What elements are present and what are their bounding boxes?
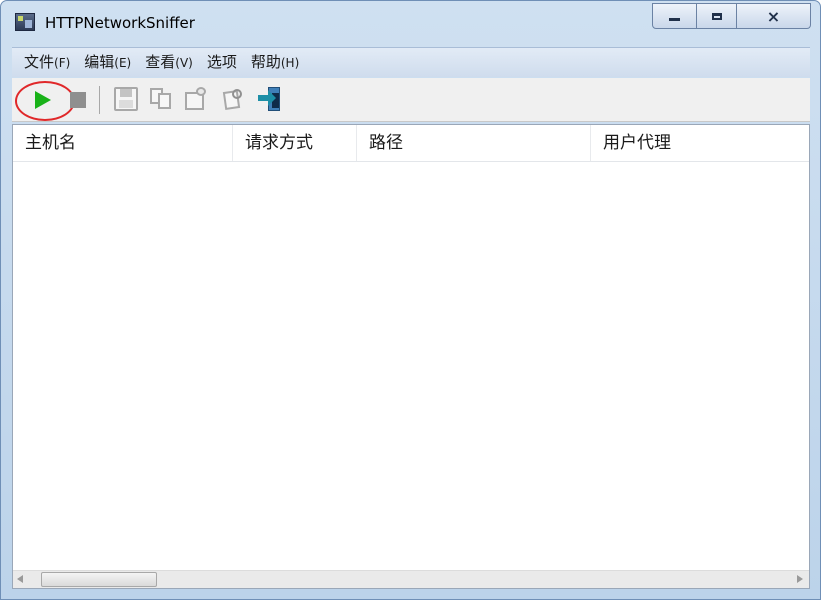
horizontal-scrollbar[interactable] [13,570,809,588]
menu-bar: 文件(F) 编辑(E) 查看(V) 选项 帮助(H) [12,47,810,77]
find-icon[interactable] [222,87,246,111]
column-user-agent[interactable]: 用户代理 [591,125,809,161]
maximize-button[interactable] [697,3,737,29]
app-icon [15,13,35,31]
properties-icon[interactable] [184,87,208,111]
maximize-icon [711,12,722,20]
minimize-icon [669,17,680,21]
menu-file[interactable]: 文件(F) [12,48,77,77]
exit-icon[interactable] [258,86,284,114]
menu-view[interactable]: 查看(V) [138,48,200,77]
menu-edit[interactable]: 编辑(E) [77,48,138,77]
column-host[interactable]: 主机名 [13,125,233,161]
menu-options[interactable]: 选项 [200,48,244,77]
copy-icon[interactable] [150,88,174,110]
window-title: HTTPNetworkSniffer [45,14,195,32]
toolbar-separator [99,86,100,114]
column-path[interactable]: 路径 [357,125,591,161]
toolbar [12,78,810,122]
play-icon[interactable] [32,89,54,111]
stop-icon[interactable] [70,92,86,108]
scroll-thumb[interactable] [41,572,157,587]
packet-list[interactable]: 主机名 请求方式 路径 用户代理 [12,124,810,589]
minimize-button[interactable] [652,3,697,29]
scroll-left-icon[interactable] [17,575,23,583]
title-bar[interactable]: HTTPNetworkSniffer × [1,1,820,45]
caption-buttons: × [652,3,811,29]
close-icon: × [766,6,781,26]
save-icon[interactable] [114,87,138,111]
scroll-right-icon[interactable] [797,575,803,583]
app-window: HTTPNetworkSniffer × 文件(F) 编辑(E) 查看(V) 选… [0,0,821,600]
close-button[interactable]: × [737,3,811,29]
list-header: 主机名 请求方式 路径 用户代理 [13,125,809,162]
column-method[interactable]: 请求方式 [233,125,357,161]
exit-arrow-shape [258,90,276,106]
menu-help[interactable]: 帮助(H) [244,48,306,77]
